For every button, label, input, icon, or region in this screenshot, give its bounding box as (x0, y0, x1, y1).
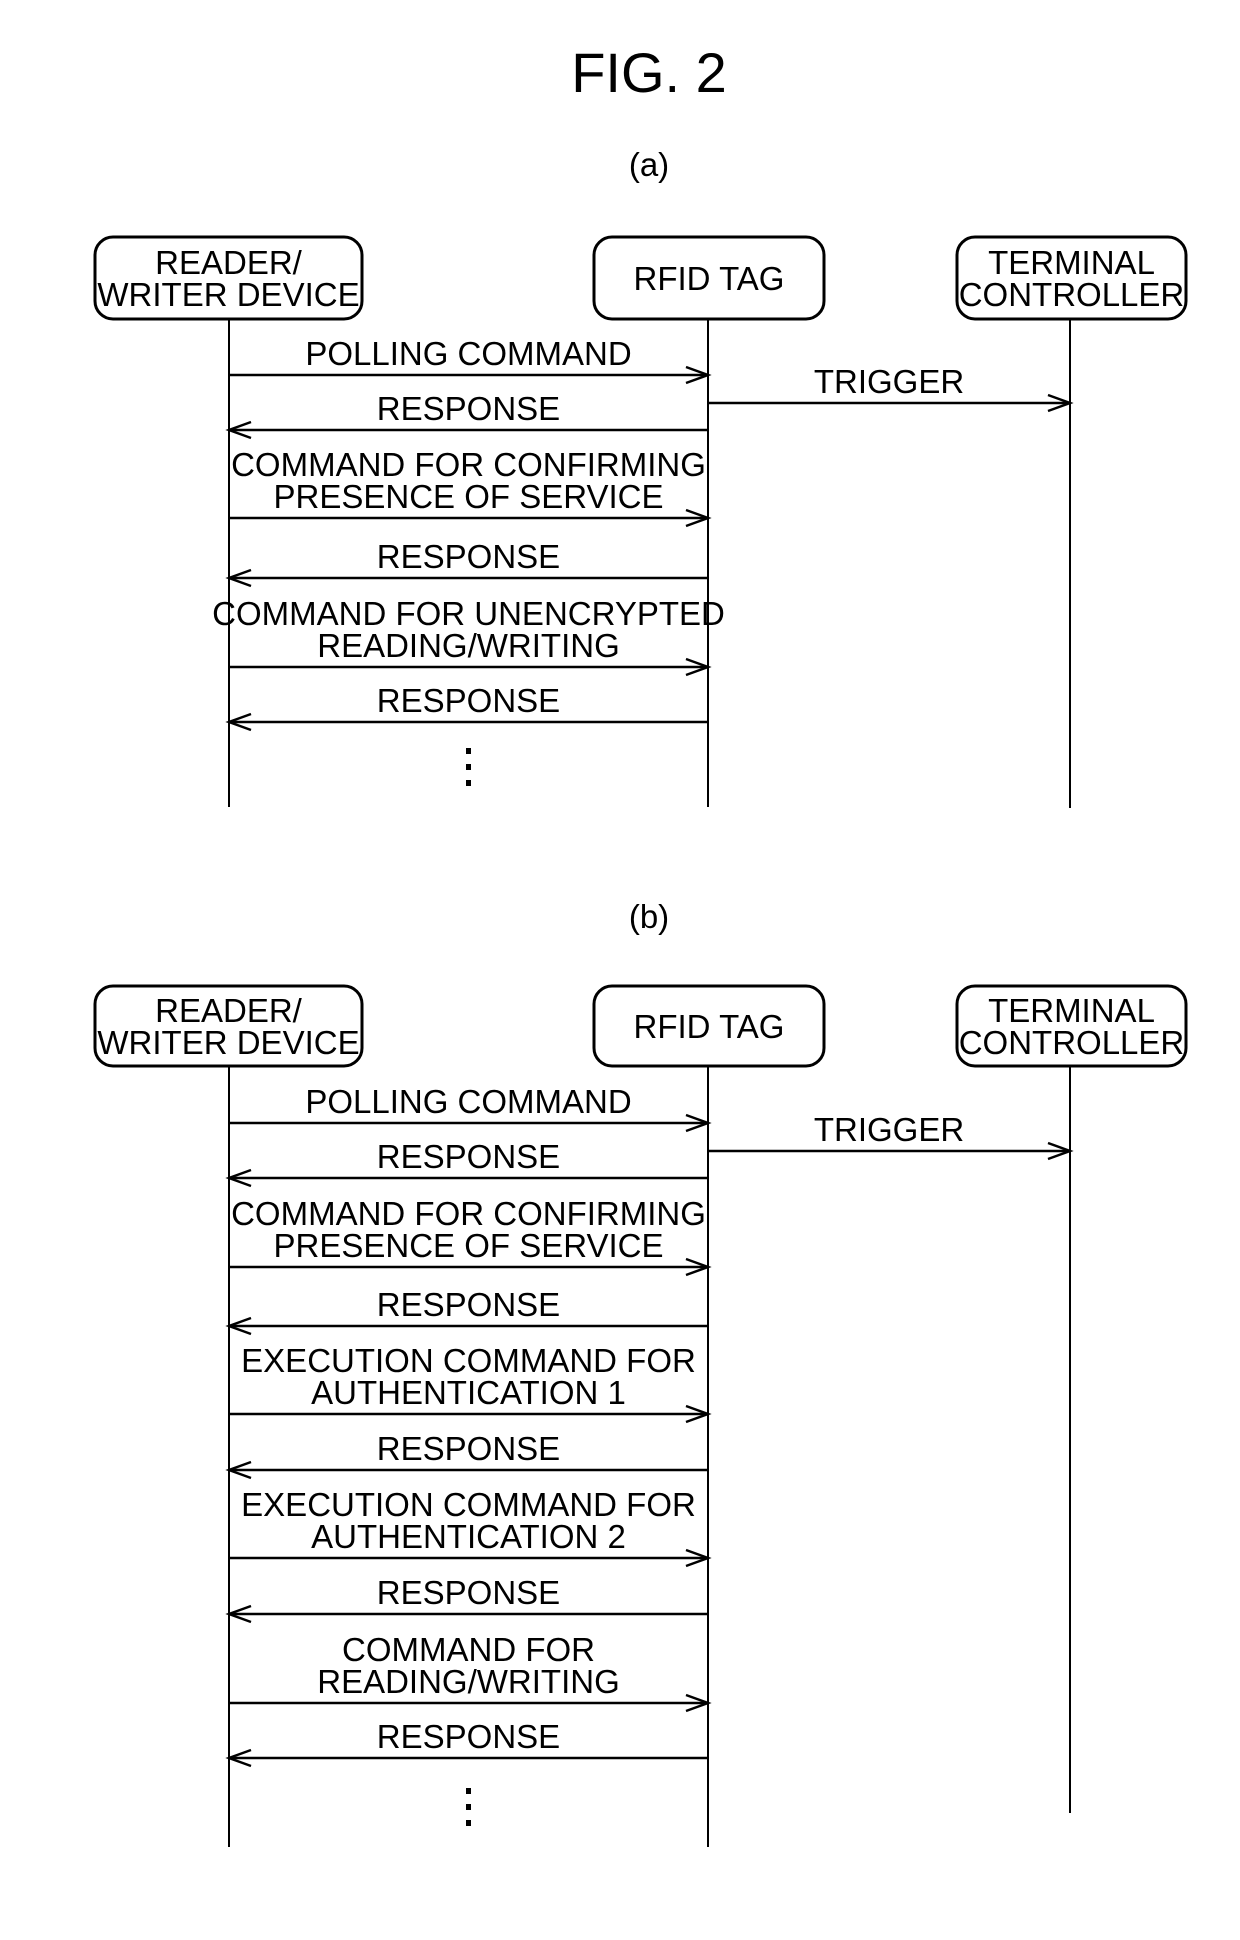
sequence-diagram: FIG. 2 (a)READER/WRITER DEVICE RFID TAG TE… (93, 41, 1188, 1847)
participant-tc: TERMINALCONTROLLER (955, 984, 1188, 1813)
continuation-ellipsis-icon (466, 748, 471, 786)
continuation-ellipsis-icon (466, 1788, 471, 1826)
message: RESPONSE (225, 1430, 708, 1480)
figure-title: FIG. 2 (571, 41, 727, 104)
panel-label: (b) (629, 898, 669, 935)
participant-label: CONTROLLER (959, 1024, 1185, 1061)
message: EXECUTION COMMAND FORAUTHENTICATION 2 (229, 1486, 712, 1568)
participant-label: CONTROLLER (959, 276, 1185, 313)
message: COMMAND FOR UNENCRYPTEDREADING/WRITING (212, 595, 725, 677)
participant-label: RFID TAG (634, 1008, 785, 1045)
message-label: RESPONSE (377, 1138, 560, 1175)
message: RESPONSE (225, 1718, 708, 1768)
panel-a: (a)READER/WRITER DEVICE RFID TAG TERMINALC… (93, 146, 1188, 808)
participant-tc: TERMINALCONTROLLER (955, 235, 1188, 808)
message-label: POLLING COMMAND (305, 1083, 631, 1120)
message-label: TRIGGER (814, 1111, 964, 1148)
message: COMMAND FOR CONFIRMINGPRESENCE OF SERVIC… (229, 1195, 712, 1277)
participant-label: WRITER DEVICE (97, 1024, 359, 1061)
message-label: RESPONSE (377, 1430, 560, 1467)
message-label: PRESENCE OF SERVICE (274, 478, 664, 515)
message: POLLING COMMAND (229, 1083, 712, 1133)
panel-label: (a) (629, 146, 669, 183)
message: RESPONSE (225, 682, 708, 732)
message: RESPONSE (225, 1574, 708, 1624)
message-label: AUTHENTICATION 1 (311, 1374, 626, 1411)
message: RESPONSE (225, 1286, 708, 1336)
message: TRIGGER (708, 1111, 1074, 1161)
participant-label: WRITER DEVICE (97, 276, 359, 313)
message: COMMAND FOR CONFIRMINGPRESENCE OF SERVIC… (229, 446, 712, 528)
message-label: PRESENCE OF SERVICE (274, 1227, 664, 1264)
message: RESPONSE (225, 538, 708, 588)
message-label: POLLING COMMAND (305, 335, 631, 372)
message-label: READING/WRITING (317, 627, 620, 664)
message: POLLING COMMAND (229, 335, 712, 385)
message-label: AUTHENTICATION 2 (311, 1518, 626, 1555)
message-label: RESPONSE (377, 390, 560, 427)
message: COMMAND FORREADING/WRITING (229, 1631, 712, 1713)
panel-b: (b)READER/WRITER DEVICE RFID TAG TERMINALC… (93, 898, 1188, 1847)
participant-label: RFID TAG (634, 260, 785, 297)
message-label: READING/WRITING (317, 1663, 620, 1700)
message-label: RESPONSE (377, 1286, 560, 1323)
message: RESPONSE (225, 390, 708, 440)
message: TRIGGER (708, 363, 1074, 413)
message: RESPONSE (225, 1138, 708, 1188)
message-label: RESPONSE (377, 1718, 560, 1755)
message-label: TRIGGER (814, 363, 964, 400)
message-label: RESPONSE (377, 538, 560, 575)
message: EXECUTION COMMAND FORAUTHENTICATION 1 (229, 1342, 712, 1424)
message-label: RESPONSE (377, 682, 560, 719)
message-label: RESPONSE (377, 1574, 560, 1611)
